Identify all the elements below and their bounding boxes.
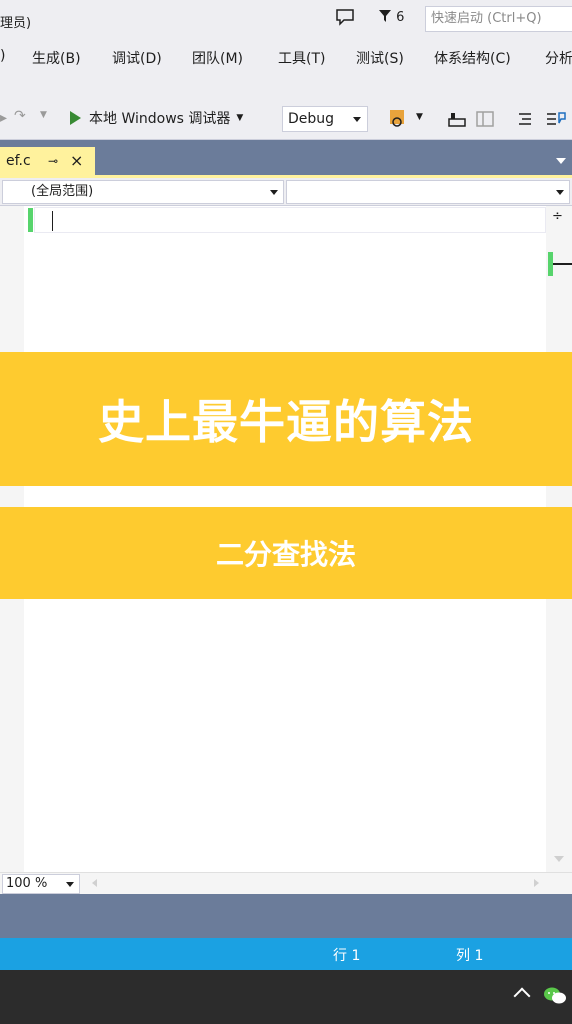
scrollbar-caret-marker <box>553 263 572 265</box>
member-select[interactable] <box>286 180 570 204</box>
title-bar: 理员) 6 快速启动 (Ctrl+Q) <box>0 0 572 38</box>
navigation-bar: (全局范围) <box>0 178 572 206</box>
menu-item-team[interactable]: 团队(M) <box>192 48 243 68</box>
comment-lines-icon[interactable] <box>516 110 534 128</box>
find-in-files-icon[interactable] <box>388 108 410 130</box>
menu-item-tools[interactable]: 工具(T) <box>278 48 325 68</box>
menu-item-analyze[interactable]: 分析 <box>545 48 572 68</box>
change-tracking-marker <box>28 208 33 232</box>
class-view-icon[interactable] <box>475 110 495 128</box>
zoom-value: 100 % <box>6 876 48 891</box>
scope-value: (全局范围) <box>31 184 94 199</box>
configuration-value: Debug <box>288 111 335 127</box>
menu-item-test[interactable]: 测试(S) <box>356 48 404 68</box>
headline-text: 史上最牛逼的算法 <box>98 395 474 449</box>
tab-source-file[interactable]: ef.c ⊸ × <box>0 147 95 175</box>
run-dropdown-icon[interactable]: ▼ <box>236 113 243 123</box>
undo-arrow-icon[interactable]: ▸ <box>0 110 7 126</box>
scroll-left-icon[interactable] <box>92 879 97 887</box>
chevron-down-icon <box>353 117 361 122</box>
close-icon[interactable]: × <box>70 147 83 175</box>
notification-icon[interactable] <box>335 8 355 26</box>
split-window-icon[interactable]: ÷ <box>552 209 563 224</box>
chevron-down-icon <box>66 882 74 887</box>
current-line-highlight <box>34 207 546 233</box>
find-dropdown-icon[interactable]: ▼ <box>416 112 423 122</box>
quick-launch-input[interactable]: 快速启动 (Ctrl+Q) <box>425 6 572 32</box>
chevron-down-icon <box>270 190 278 195</box>
subtitle-text: 二分查找法 <box>215 538 356 571</box>
subtitle-banner: 二分查找法 <box>0 507 572 599</box>
scroll-right-icon[interactable] <box>534 879 539 887</box>
tab-label: ef.c <box>6 153 31 169</box>
zoom-select[interactable]: 100 % <box>2 874 80 894</box>
window-title: 理员) <box>0 16 32 31</box>
toolbar: ▸ ↷ ▼ 本地 Windows 调试器 ▼ Debug ▼ <box>0 74 572 140</box>
status-column: 列 1 <box>456 948 484 964</box>
filter-icon <box>379 10 391 22</box>
status-line: 行 1 <box>333 948 361 964</box>
tab-list-dropdown-icon[interactable] <box>556 158 566 164</box>
menu-item-architecture[interactable]: 体系结构(C) <box>434 48 511 68</box>
menu-item-view[interactable]: ) <box>0 48 5 64</box>
headline-banner: 史上最牛逼的算法 <box>0 352 572 486</box>
menu-item-build[interactable]: 生成(B) <box>32 48 81 68</box>
system-nav-bar <box>0 970 572 1024</box>
wechat-icon[interactable] <box>543 986 567 1006</box>
scope-select[interactable]: (全局范围) <box>2 180 284 204</box>
pin-icon[interactable]: ⊸ <box>48 147 58 175</box>
chevron-up-icon[interactable] <box>513 987 531 1005</box>
text-cursor <box>52 211 53 231</box>
status-bar: 行 1 列 1 <box>0 938 572 970</box>
notification-count: 6 <box>396 10 405 25</box>
run-label: 本地 Windows 调试器 <box>89 111 231 127</box>
solution-explorer-icon[interactable] <box>447 110 467 128</box>
play-icon <box>70 111 81 125</box>
scroll-down-icon[interactable] <box>554 856 564 862</box>
uncomment-lines-icon[interactable] <box>544 110 568 128</box>
configuration-select[interactable]: Debug <box>282 106 368 132</box>
horizontal-scroll-area: 100 % <box>0 872 572 894</box>
feedback-filter[interactable]: 6 <box>378 8 412 26</box>
redo-dropdown-icon[interactable]: ▼ <box>40 110 47 120</box>
menu-bar: ) 生成(B) 调试(D) 团队(M) 工具(T) 测试(S) 体系结构(C) … <box>0 38 572 74</box>
menu-item-debug[interactable]: 调试(D) <box>112 48 162 68</box>
chevron-down-icon <box>556 190 564 195</box>
start-debugging-button[interactable]: 本地 Windows 调试器 ▼ <box>70 107 243 129</box>
redo-icon[interactable]: ↷ <box>14 108 26 124</box>
